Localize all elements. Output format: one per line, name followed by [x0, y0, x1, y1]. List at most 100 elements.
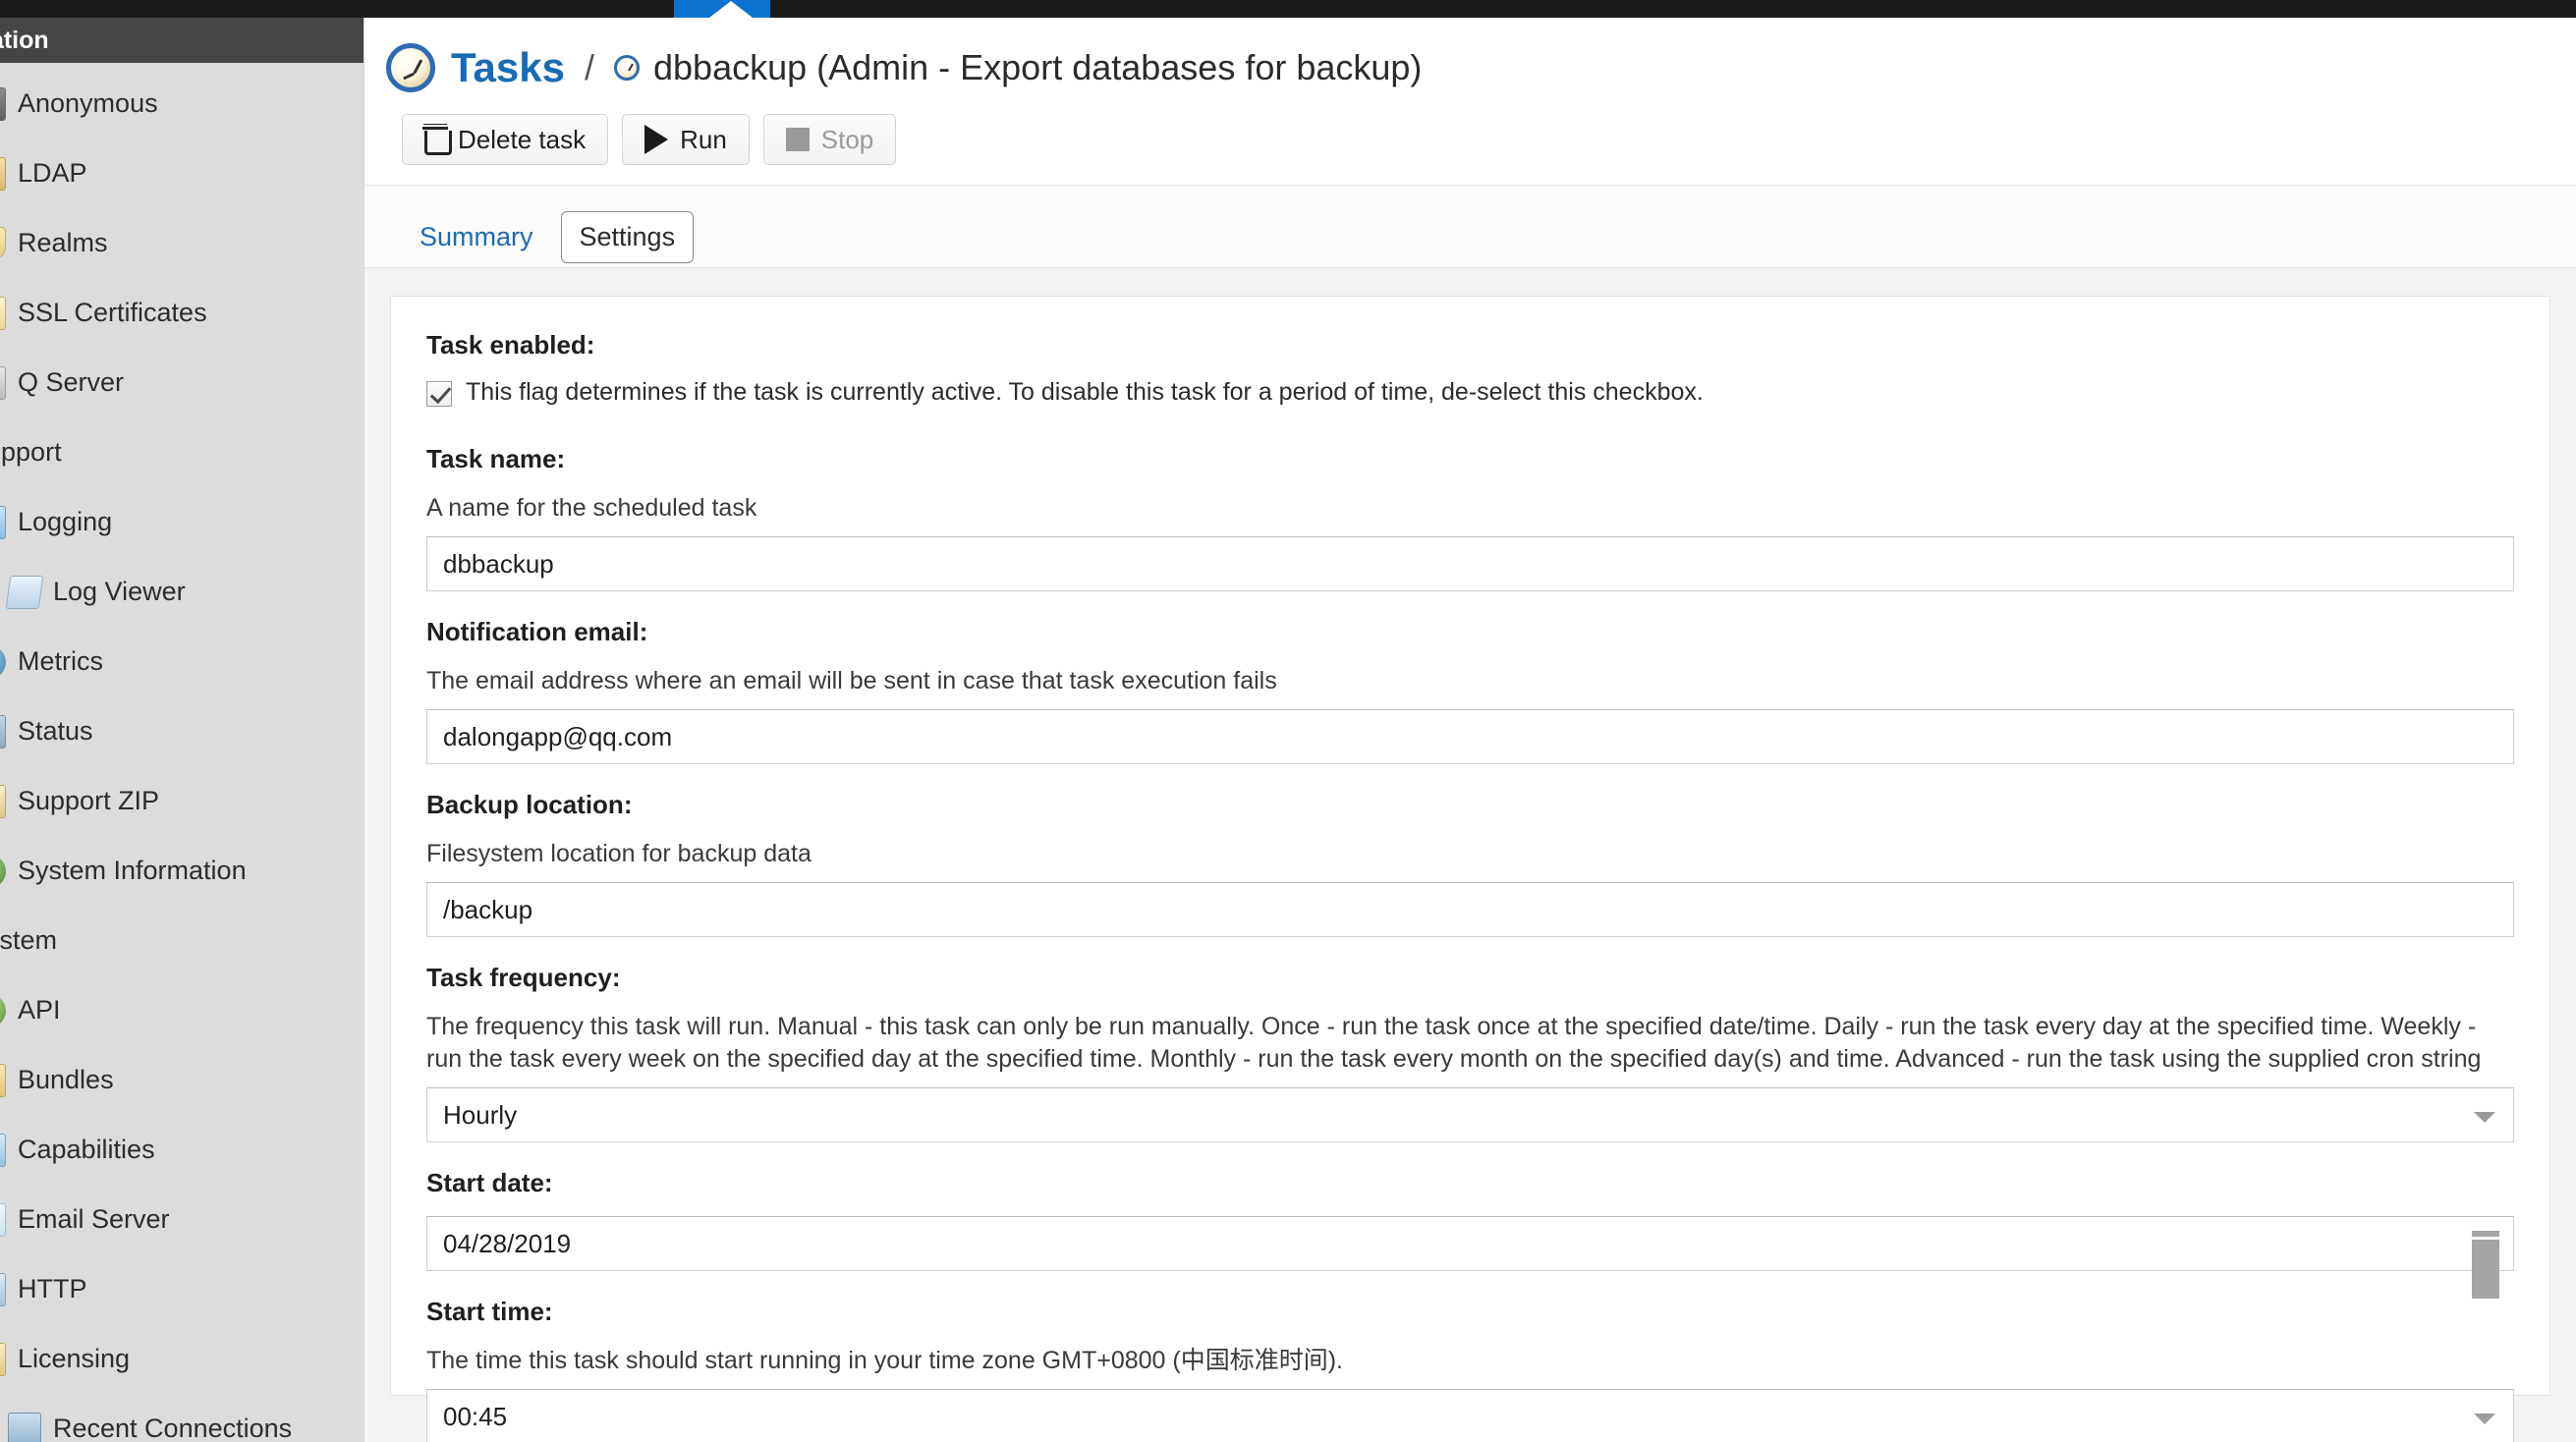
sidebar-item-metrics[interactable]: Metrics: [0, 627, 364, 696]
settings-content: Task enabled: This flag determines if th…: [364, 268, 2576, 1442]
http-icon: [0, 1272, 6, 1306]
sidebar-item-label: System: [0, 925, 58, 955]
sidebar-item-label: Licensing: [18, 1344, 131, 1373]
api-icon: [0, 993, 6, 1027]
sidebar-item-api[interactable]: API: [0, 975, 364, 1045]
task-frequency-field-group: Task frequency: The frequency this task …: [426, 963, 2514, 1142]
sidebar-item-support-zip[interactable]: Support ZIP: [0, 766, 364, 836]
tab-summary[interactable]: Summary: [402, 212, 551, 262]
sidebar-item-label: Email Server: [18, 1204, 170, 1234]
task-frequency-label: Task frequency:: [426, 963, 621, 992]
start-time-label: Start time:: [426, 1297, 553, 1326]
sidebar-item-label: Logging: [18, 507, 113, 536]
sidebar-item-label: Realms: [18, 228, 108, 257]
sidebar-item-logging[interactable]: Logging: [0, 487, 364, 557]
run-button[interactable]: Run: [622, 114, 750, 165]
sidebar-item-ssl-certificates[interactable]: SSL Certificates: [0, 278, 364, 348]
page-title[interactable]: Tasks: [451, 44, 565, 91]
backup-location-field-group: Backup location: Filesystem location for…: [426, 790, 2514, 937]
sidebar-item-label: Log Viewer: [53, 577, 186, 606]
start-time-select[interactable]: 00:45: [426, 1389, 2514, 1442]
sidebar-header: stration: [0, 18, 364, 63]
task-enabled-label: Task enabled:: [426, 330, 595, 360]
sidebar-item-licensing[interactable]: Licensing: [0, 1324, 364, 1394]
log-viewer-icon: [5, 575, 44, 609]
sidebar-item-label: Bundles: [18, 1065, 114, 1094]
play-icon: [644, 125, 669, 154]
trash-icon: [422, 127, 452, 155]
breadcrumb-separator: /: [584, 47, 594, 87]
sidebar-item-recent-connections[interactable]: Recent Connections: [8, 1394, 364, 1442]
sidebar-item-label: Support ZIP: [18, 786, 160, 815]
calendar-icon[interactable]: [2472, 1231, 2499, 1299]
sidebar-item-status[interactable]: Status: [0, 696, 364, 766]
logging-icon: [0, 505, 6, 539]
sidebar-item-label: System Information: [18, 856, 247, 885]
support-zip-icon: [0, 784, 6, 818]
chevron-up-icon: [709, 1, 753, 18]
sidebar-item-label: Recent Connections: [53, 1414, 293, 1442]
sidebar-item-label: SSL Certificates: [18, 298, 207, 327]
task-name-input[interactable]: dbbackup: [426, 536, 2514, 591]
sidebar-item-ldap[interactable]: LDAP: [0, 139, 364, 208]
sidebar-item-label: Anonymous: [18, 88, 158, 118]
backup-location-description: Filesystem location for backup data: [426, 840, 812, 867]
sidebar-item-label: LDAP: [18, 158, 87, 188]
task-name-field-group: Task name: A name for the scheduled task…: [426, 444, 2514, 591]
server-icon: [0, 365, 6, 400]
sidebar-item-http[interactable]: HTTP: [0, 1254, 364, 1324]
sidebar-item-system-information[interactable]: System Information: [0, 836, 364, 906]
sidebar-item-capabilities[interactable]: Capabilities: [0, 1115, 364, 1185]
email-server-icon: [0, 1202, 6, 1237]
sidebar-item-support: Support: [0, 417, 364, 487]
status-icon: [0, 714, 6, 749]
realms-icon: [0, 226, 6, 260]
licensing-icon: [0, 1342, 6, 1376]
delete-task-label: Delete task: [458, 124, 587, 154]
task-name-description: A name for the scheduled task: [426, 494, 757, 522]
sidebar-item-log-viewer[interactable]: Log Viewer: [5, 557, 364, 627]
start-date-value: 04/28/2019: [443, 1228, 572, 1258]
start-time-description: The time this task should start running …: [426, 1347, 1343, 1374]
task-clock-icon: [614, 55, 640, 81]
start-date-field-group: Start date: 04/28/2019: [426, 1168, 2514, 1299]
sidebar-item-label: Status: [18, 716, 93, 746]
start-time-value: 00:45: [443, 1401, 508, 1431]
backup-location-input[interactable]: /backup: [426, 882, 2514, 937]
notification-email-label: Notification email:: [426, 617, 648, 646]
sidebar-item-q-server[interactable]: Q Server: [0, 348, 364, 417]
tab-settings[interactable]: Settings: [560, 211, 695, 263]
settings-panel: Task enabled: This flag determines if th…: [390, 296, 2550, 1442]
sidebar-item-realms[interactable]: Realms: [0, 208, 364, 278]
bundles-icon: [0, 1063, 6, 1097]
sidebar-item-email-server[interactable]: Email Server: [0, 1185, 364, 1254]
chevron-down-icon: [2474, 1112, 2495, 1123]
breadcrumb-current: dbbackup (Admin - Export databases for b…: [653, 47, 1423, 87]
sidebar-item-label: Q Server: [18, 367, 125, 397]
anonymous-icon: [0, 86, 6, 121]
task-frequency-description: The frequency this task will run. Manual…: [426, 1013, 2482, 1073]
sidebar-item-system: System: [0, 906, 364, 975]
sidebar-nav-list: Anonymous LDAP Realms SSL Certificates Q Ser…: [0, 63, 364, 1442]
sidebar-item-label: Support: [0, 437, 62, 467]
main-content: Tasks / dbbackup (Admin - Export databas…: [364, 18, 2576, 1442]
notification-email-input[interactable]: dalongapp@qq.com: [426, 709, 2514, 764]
task-enabled-checkbox[interactable]: [426, 381, 452, 407]
browser-top-strip: [0, 0, 2576, 18]
clock-icon: [386, 43, 435, 92]
stop-button: Stop: [762, 114, 897, 165]
notification-email-field-group: Notification email: The email address wh…: [426, 617, 2514, 764]
sidebar-item-bundles[interactable]: Bundles: [0, 1045, 364, 1115]
sidebar-item-anonymous[interactable]: Anonymous: [0, 69, 364, 139]
stop-label: Stop: [820, 124, 874, 154]
task-enabled-row: This flag determines if the task is curr…: [426, 378, 2514, 407]
task-enabled-description: This flag determines if the task is curr…: [466, 378, 1704, 406]
sidebar: stration Anonymous LDAP Realms SSL Certific…: [0, 18, 364, 1442]
start-date-input[interactable]: 04/28/2019: [426, 1216, 2514, 1299]
system-information-icon: [0, 854, 6, 888]
task-frequency-value: Hourly: [443, 1099, 518, 1130]
task-frequency-select[interactable]: Hourly: [426, 1087, 2514, 1142]
sidebar-item-label: API: [18, 995, 61, 1025]
page-header: Tasks / dbbackup (Admin - Export databas…: [364, 18, 2576, 114]
delete-task-button[interactable]: Delete task: [402, 114, 609, 165]
